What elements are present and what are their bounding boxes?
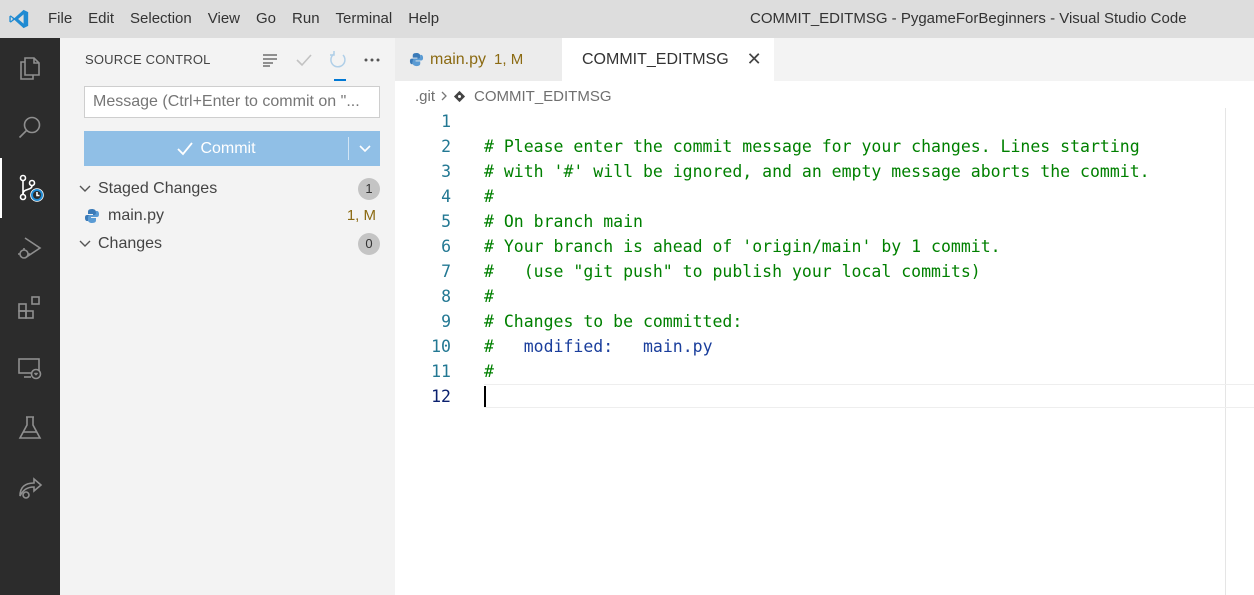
run-debug-icon[interactable]: [0, 218, 60, 278]
code-editor[interactable]: 1 2 # Please enter the commit message fo…: [395, 108, 1254, 595]
breadcrumb-file[interactable]: COMMIT_EDITMSG: [474, 88, 612, 105]
menu-bar: File Edit Selection View Go Run Terminal…: [40, 0, 447, 38]
changes-group[interactable]: Changes 0: [75, 230, 380, 257]
editor-line: 7 # (use "git push" to publish your loca…: [395, 259, 1254, 284]
source-control-icon[interactable]: [0, 158, 60, 218]
commit-check-icon[interactable]: [292, 50, 316, 70]
tab-main-py[interactable]: main.py 1, M: [395, 38, 562, 81]
line-number: 9: [441, 312, 451, 331]
close-icon[interactable]: ✕: [747, 49, 762, 70]
refresh-icon[interactable]: [326, 50, 350, 70]
panel-actions: [258, 50, 384, 70]
line-number: 5: [441, 212, 451, 231]
menu-edit[interactable]: Edit: [80, 0, 122, 38]
line-number: 11: [431, 362, 451, 381]
remote-explorer-icon[interactable]: [0, 338, 60, 398]
explorer-icon[interactable]: [0, 38, 60, 98]
button-divider: [348, 137, 349, 160]
editor-tabs: main.py 1, M COMMIT_EDITMSG ✕: [395, 38, 1254, 81]
commit-label: Commit: [200, 139, 256, 157]
breadcrumb-folder[interactable]: .git: [415, 88, 435, 105]
editor-line: 1: [395, 109, 1254, 134]
menu-run[interactable]: Run: [284, 0, 328, 38]
check-icon: [177, 141, 194, 155]
line-text: #: [484, 187, 494, 206]
line-number: 10: [431, 337, 451, 356]
line-text: # Your branch is ahead of 'origin/main' …: [484, 237, 1001, 256]
commit-message-input[interactable]: Message (Ctrl+Enter to commit on "...: [84, 86, 380, 118]
extensions-icon[interactable]: [0, 278, 60, 338]
active-indicator: [334, 79, 346, 81]
editor-line: 3 # with '#' will be ignored, and an emp…: [395, 159, 1254, 184]
editor-line: 2 # Please enter the commit message for …: [395, 134, 1254, 159]
line-number: 12: [431, 387, 451, 406]
line-text: #: [484, 362, 494, 381]
menu-file[interactable]: File: [40, 0, 80, 38]
editor-line: 5 # On branch main: [395, 209, 1254, 234]
chevron-down-icon: [75, 184, 95, 194]
tab-label: COMMIT_EDITMSG: [582, 50, 729, 68]
commit-button-group: Commit: [84, 131, 380, 166]
chevron-down-icon: [358, 144, 371, 152]
chevron-down-icon: [75, 239, 95, 249]
line-number: 6: [441, 237, 451, 256]
line-text: # Changes to be committed:: [484, 312, 743, 331]
line-text: # Please enter the commit message for yo…: [484, 137, 1140, 156]
panel-title: SOURCE CONTROL: [85, 52, 211, 67]
title-bar: File Edit Selection View Go Run Terminal…: [0, 0, 1254, 38]
menu-view[interactable]: View: [200, 0, 248, 38]
view-as-list-icon[interactable]: [258, 50, 282, 70]
line-number: 4: [441, 187, 451, 206]
editor-line: 9 # Changes to be committed:: [395, 309, 1254, 334]
menu-go[interactable]: Go: [248, 0, 284, 38]
line-number: 2: [441, 137, 451, 156]
editor-line: 10 # modified: main.py: [395, 334, 1254, 359]
text-cursor: [484, 386, 486, 407]
staged-count-badge: 1: [358, 177, 380, 200]
line-text: # modified: main.py: [484, 337, 713, 356]
editor-line: 8 #: [395, 284, 1254, 309]
menu-terminal[interactable]: Terminal: [328, 0, 401, 38]
tab-commit-editmsg[interactable]: COMMIT_EDITMSG ✕: [562, 38, 774, 81]
tab-status: 1, M: [494, 51, 524, 68]
activity-bar: [0, 38, 60, 595]
line-text: # with '#' will be ignored, and an empty…: [484, 162, 1150, 181]
commit-dropdown-button[interactable]: [349, 131, 380, 166]
tab-label: main.py: [430, 50, 487, 68]
commit-button[interactable]: Commit: [84, 131, 348, 166]
menu-help[interactable]: Help: [400, 0, 447, 38]
editor-line: 11 #: [395, 359, 1254, 384]
python-file-icon: [409, 52, 424, 67]
vscode-logo-icon: [0, 0, 38, 38]
staged-changes-group[interactable]: Staged Changes 1: [75, 175, 380, 202]
line-number: 8: [441, 287, 451, 306]
breadcrumb: .git COMMIT_EDITMSG: [415, 84, 612, 108]
line-number: 3: [441, 162, 451, 181]
editor-line: 6 # Your branch is ahead of 'origin/main…: [395, 234, 1254, 259]
line-text: # (use "git push" to publish your local …: [484, 262, 981, 281]
staged-file-name: main.py: [108, 206, 165, 224]
editor-line: 4 #: [395, 184, 1254, 209]
staged-changes-label: Staged Changes: [98, 179, 218, 197]
live-share-icon[interactable]: [0, 458, 60, 518]
staged-file-item[interactable]: main.py 1, M: [84, 202, 380, 229]
staged-file-status: 1, M: [346, 207, 376, 224]
source-control-panel: SOURCE CONTROL Message (Ctrl+Enter to co…: [60, 38, 395, 595]
more-actions-icon[interactable]: [360, 50, 384, 70]
chevron-right-icon: [441, 91, 447, 101]
search-icon[interactable]: [0, 98, 60, 158]
line-text: # On branch main: [484, 212, 643, 231]
testing-icon[interactable]: [0, 398, 60, 458]
menu-selection[interactable]: Selection: [122, 0, 200, 38]
changes-count-badge: 0: [358, 232, 380, 255]
editor-line-current: 12: [395, 384, 1254, 409]
window-title: COMMIT_EDITMSG - PygameForBeginners - Vi…: [750, 10, 1187, 27]
git-file-icon: [453, 90, 466, 102]
line-number: 1: [441, 112, 451, 131]
python-file-icon: [85, 208, 99, 223]
changes-label: Changes: [98, 234, 163, 252]
line-text: #: [484, 287, 494, 306]
line-number: 7: [441, 262, 451, 281]
